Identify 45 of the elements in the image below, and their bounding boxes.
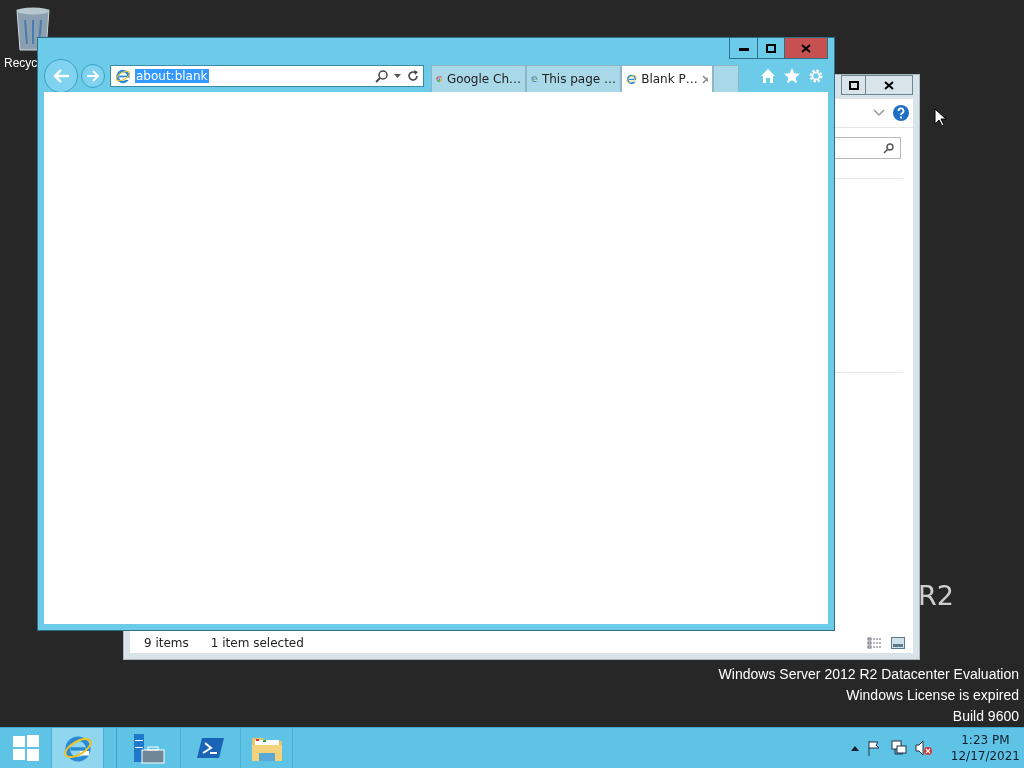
maximize-button[interactable]	[841, 75, 866, 95]
refresh-icon[interactable]	[407, 70, 419, 82]
minimize-button[interactable]	[729, 38, 758, 59]
browser-tab[interactable]: Blank P…	[621, 65, 713, 92]
caret-up-icon[interactable]	[850, 745, 859, 751]
close-icon	[801, 43, 811, 53]
clock[interactable]: 1:23 PM 12/17/2021	[950, 732, 1020, 764]
thumbnail-view-icon[interactable]	[891, 636, 905, 649]
close-icon	[884, 80, 894, 90]
clock-date: 12/17/2021	[950, 748, 1020, 764]
browser-tab[interactable]: Google Ch…	[431, 65, 526, 92]
windows-logo-icon	[12, 735, 39, 761]
star-icon[interactable]	[784, 68, 800, 84]
item-count: 9 items	[144, 635, 189, 650]
caret-icon[interactable]	[394, 74, 401, 78]
address-text: about:blank	[135, 69, 209, 83]
edition-text: R2	[918, 580, 954, 611]
powershell-icon	[196, 736, 225, 760]
selection-status: 1 item selected	[210, 635, 304, 650]
search-icon[interactable]	[375, 69, 388, 83]
speaker-muted-icon[interactable]	[914, 740, 933, 756]
close-button[interactable]	[865, 75, 913, 95]
desktop-icon-label: Recyc	[4, 56, 38, 70]
back-button[interactable]	[44, 59, 78, 93]
minimize-icon	[738, 45, 749, 51]
help-icon[interactable]	[893, 105, 909, 121]
clock-time: 1:23 PM	[961, 732, 1010, 748]
details-view-icon[interactable]	[867, 636, 883, 649]
chevron-down-icon[interactable]	[873, 109, 885, 117]
forward-button[interactable]	[81, 64, 105, 88]
maximize-icon	[848, 80, 859, 90]
ie-icon	[62, 733, 93, 763]
arrow-left-icon	[52, 68, 70, 84]
close-tab-icon[interactable]	[701, 74, 708, 84]
search-icon	[883, 142, 894, 154]
arrow-right-icon	[86, 70, 100, 82]
ie-icon	[115, 68, 131, 84]
network-icon[interactable]	[890, 740, 907, 756]
license-text: Build 9600	[952, 707, 1019, 726]
license-text: Windows Server 2012 R2 Datacenter Evaluation	[718, 665, 1019, 684]
browser-tab[interactable]: This page …	[526, 65, 621, 92]
maximize-icon	[766, 43, 776, 53]
license-text: Windows License is expired	[846, 686, 1019, 705]
server-toolbox-icon	[131, 732, 166, 764]
mouse-pointer-icon	[934, 108, 946, 128]
